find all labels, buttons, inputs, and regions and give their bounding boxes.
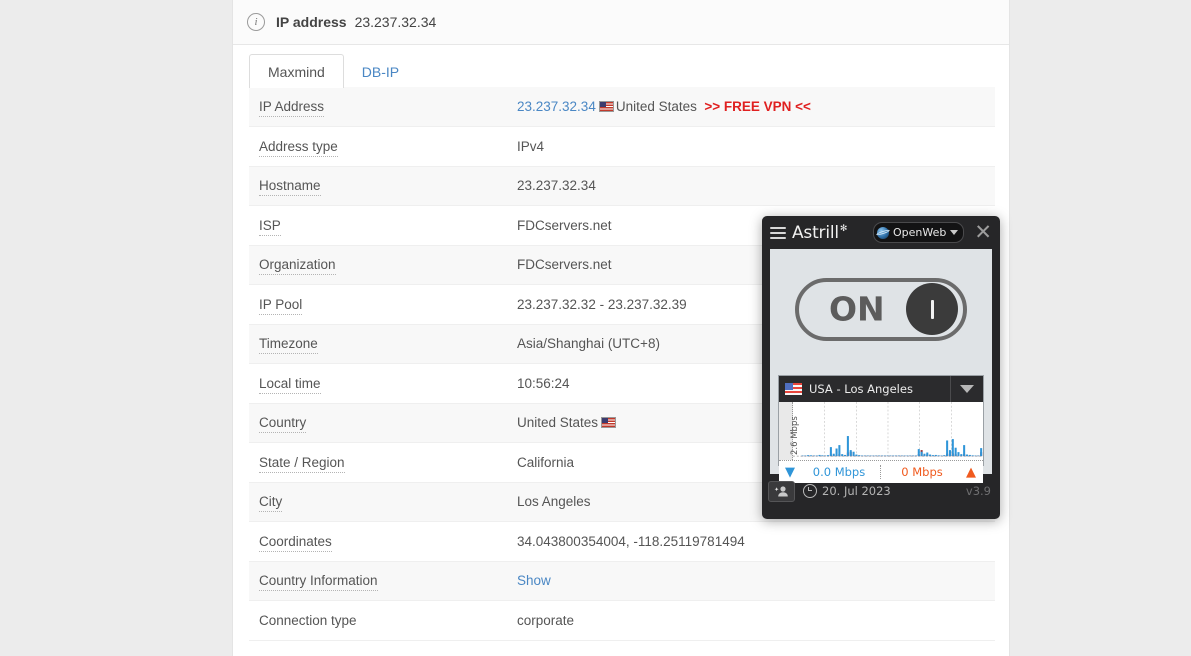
row-label-cell: Timezone <box>249 324 507 364</box>
row-label: City <box>259 494 283 513</box>
provider-tabs: Maxmind DB-IP <box>233 45 1009 88</box>
download-speed-value: 0.0 Mbps <box>812 465 866 479</box>
row-label: Country Information <box>259 573 378 592</box>
row-label: Timezone <box>259 336 318 355</box>
row-value-cell: Show <box>507 561 995 601</box>
us-flag-icon <box>785 383 802 395</box>
bandwidth-graph-canvas <box>793 402 983 457</box>
row-label-cell: Hostname <box>249 166 507 206</box>
hamburger-menu-icon[interactable] <box>770 226 786 239</box>
upload-arrow-icon: ▲ <box>966 464 976 480</box>
server-selector[interactable]: USA - Los Angeles <box>779 376 983 402</box>
table-row: Country Information Show <box>249 561 995 601</box>
astrill-titlebar: Astrill✻ OpenWeb ✕ <box>762 216 1000 249</box>
openweb-mode-dropdown[interactable]: OpenWeb <box>873 222 965 243</box>
brand-mark-icon: ✻ <box>839 223 848 234</box>
server-name-label: USA - Los Angeles <box>809 382 913 396</box>
vpn-toggle-wrap: ON <box>770 249 992 369</box>
close-icon[interactable]: ✕ <box>972 222 994 243</box>
row-label-cell: IP Pool <box>249 284 507 325</box>
row-label-cell: Local time <box>249 363 507 404</box>
bandwidth-graph: 2.6 Mbps <box>779 402 983 460</box>
tab-db-ip[interactable]: DB-IP <box>344 56 417 87</box>
astrill-body: ON USA - Los Angeles 2.6 Mbps ▼ 0.0 Mbps… <box>770 249 992 483</box>
server-dropdown-button[interactable] <box>950 376 983 402</box>
ip-address-header-label: IP address <box>276 14 347 30</box>
table-row: Address type IPv4 <box>249 126 995 167</box>
tab-maxmind[interactable]: Maxmind <box>249 54 344 88</box>
graph-y-axis: 2.6 Mbps <box>779 402 800 460</box>
row-label: Hostname <box>259 178 321 197</box>
row-label-cell: State / Region <box>249 442 507 483</box>
row-label-cell: ISP <box>249 205 507 246</box>
row-label: Coordinates <box>259 533 332 552</box>
row-value-cell: IPv4 <box>507 126 995 167</box>
ip-address-header-value: 23.237.32.34 <box>354 14 437 30</box>
download-arrow-icon: ▼ <box>785 464 795 480</box>
row-label-cell: Connection type <box>249 600 507 641</box>
country-text: United States <box>517 415 599 431</box>
table-row: Hostname 23.237.32.34 <box>249 166 995 206</box>
chevron-down-icon <box>950 230 959 235</box>
status-date: 20. Jul 2023 <box>822 484 891 498</box>
row-value-cell: 23.237.32.34 <box>507 166 995 206</box>
astrill-brand: Astrill✻ <box>792 223 847 243</box>
us-flag-icon <box>601 417 617 429</box>
row-label-cell: IP Address <box>249 87 507 127</box>
vpn-power-toggle[interactable]: ON <box>795 277 967 341</box>
bandwidth-footer: ▼ 0.0 Mbps 0 Mbps ▲ <box>779 460 983 483</box>
row-label: IP Pool <box>259 296 303 315</box>
clock-icon <box>803 484 817 498</box>
table-row: IP Address 23.237.32.34 United States >> … <box>249 87 995 127</box>
row-label: Address type <box>259 138 338 157</box>
row-label: Local time <box>259 375 321 394</box>
add-person-icon[interactable] <box>768 480 795 502</box>
row-label: Organization <box>259 257 336 276</box>
vpn-toggle-knob <box>906 283 958 335</box>
row-label-cell: Coordinates <box>249 521 507 562</box>
row-value-cell: 23.237.32.34 United States >> FREE VPN << <box>507 87 995 127</box>
vpn-toggle-state-label: ON <box>829 289 885 329</box>
row-label-cell: Country <box>249 403 507 443</box>
ip-country-text: United States <box>615 99 697 114</box>
row-label: IP Address <box>259 99 325 117</box>
table-row: Coordinates 34.043800354004, -118.251197… <box>249 521 995 562</box>
row-label-cell: Organization <box>249 245 507 285</box>
ip-address-header: i IP address 23.237.32.34 <box>233 0 1009 45</box>
row-label-cell: Country Information <box>249 561 507 601</box>
row-label-cell: Address type <box>249 126 507 167</box>
globe-icon <box>877 226 890 239</box>
show-country-info-link[interactable]: Show <box>517 573 551 588</box>
row-value-cell: corporate <box>507 600 995 641</box>
version-label: v3.9 <box>965 484 991 498</box>
chevron-down-icon <box>960 385 974 393</box>
table-row: Connection type corporate <box>249 600 995 641</box>
openweb-mode-label: OpenWeb <box>893 226 947 239</box>
astrill-brand-text: Astrill <box>792 222 839 243</box>
server-panel: USA - Los Angeles 2.6 Mbps ▼ 0.0 Mbps 0 … <box>778 375 984 483</box>
row-label-cell: City <box>249 482 507 522</box>
ip-address-link[interactable]: 23.237.32.34 <box>517 99 596 114</box>
row-label: Country <box>259 415 307 434</box>
free-vpn-promo[interactable]: >> FREE VPN << <box>704 99 811 114</box>
row-label: Connection type <box>259 612 357 628</box>
astrill-vpn-widget: Astrill✻ OpenWeb ✕ ON USA - Los Angeles <box>762 216 1000 519</box>
upload-speed-value: 0 Mbps <box>880 465 963 479</box>
info-circle-icon: i <box>247 13 265 31</box>
row-label: ISP <box>259 217 281 236</box>
us-flag-icon <box>598 101 614 112</box>
row-label: State / Region <box>259 454 345 473</box>
row-value-cell: 34.043800354004, -118.25119781494 <box>507 521 995 562</box>
